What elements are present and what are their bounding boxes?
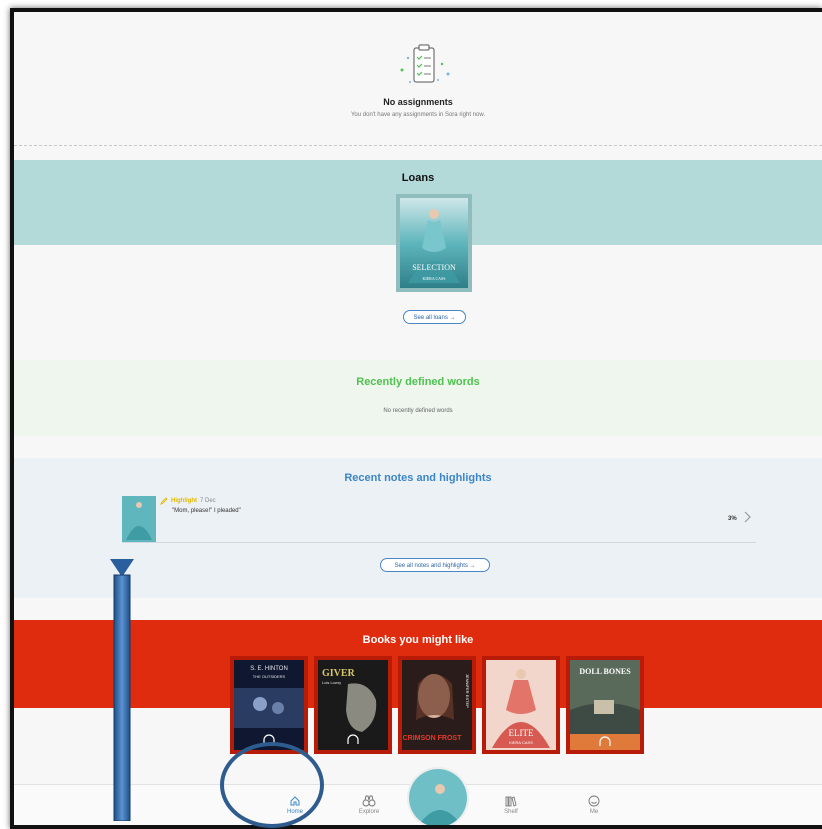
notes-title: Recent notes and highlights [344, 472, 492, 484]
nav-me[interactable]: Me [569, 795, 619, 815]
nav-label: Shelf [504, 809, 518, 815]
defined-words-band [14, 360, 822, 436]
book-doll-bones[interactable]: DOLL BONES [566, 656, 644, 754]
arrow-down-icon [110, 559, 134, 821]
book-cover: DOLL BONES [570, 660, 640, 750]
note-quote[interactable]: "Mom, please!" I pleaded" [172, 508, 241, 514]
svg-text:KIERA CASS: KIERA CASS [422, 276, 445, 281]
nav-label: Me [589, 809, 599, 815]
chevron-right-icon[interactable] [743, 511, 751, 523]
books-shelf-icon [505, 796, 517, 807]
note-progress: 3% [728, 516, 737, 522]
book-cover-selection: SELECTION KIERA CASS [400, 198, 468, 288]
book-author: Lois Lowry [322, 680, 341, 685]
svg-text:SELECTION: SELECTION [412, 263, 456, 272]
book-elite[interactable]: ELITE KIERA CASS [482, 656, 560, 754]
see-all-notes-button[interactable]: See all notes and highlights → [380, 558, 490, 572]
book-cover: GIVER Lois Lowry [318, 660, 388, 750]
see-all-loans-button[interactable]: See all loans → [403, 310, 466, 324]
book-author: JENNIFER ESTEP [465, 674, 470, 708]
current-book-button[interactable] [407, 767, 469, 825]
assignments-section: No assignments You don't have any assign… [14, 12, 822, 147]
loan-book[interactable]: SELECTION KIERA CASS [396, 194, 472, 292]
assignments-subtitle: You don't have any assignments in Sora r… [350, 112, 485, 118]
note-type: Highlight [171, 498, 197, 504]
book-cover: S. E. HINTON THE OUTSIDERS [234, 660, 304, 750]
defined-words-empty: No recently defined words [383, 408, 453, 414]
book-title: GIVER [322, 668, 356, 679]
defined-words-title: Recently defined words [356, 376, 480, 388]
nav-explore[interactable]: Explore [344, 795, 394, 815]
book-cover: ELITE KIERA CASS [486, 660, 556, 750]
assignments-title: No assignments [383, 97, 453, 107]
home-highlight-circle [220, 742, 324, 828]
book-outsiders[interactable]: S. E. HINTON THE OUTSIDERS [230, 656, 308, 754]
note-date: 7 Dec [200, 498, 216, 504]
book-title: ELITE [509, 728, 534, 738]
current-book-cover [409, 769, 467, 825]
pencil-icon [160, 497, 168, 505]
loans-title: Loans [401, 172, 435, 184]
nav-label: Explore [358, 809, 380, 815]
book-title: THE OUTSIDERS [253, 674, 286, 679]
book-cover: CRIMSON FROST JENNIFER ESTEP [402, 660, 472, 750]
nav-shelf[interactable]: Shelf [486, 795, 536, 815]
binoculars-icon [362, 795, 376, 807]
book-crimson-frost[interactable]: CRIMSON FROST JENNIFER ESTEP [398, 656, 476, 754]
book-giver[interactable]: GIVER Lois Lowry [314, 656, 392, 754]
book-title: CRIMSON FROST [403, 735, 462, 742]
book-title: DOLL BONES [579, 667, 631, 676]
note-book-thumbnail[interactable] [122, 496, 156, 542]
divider [14, 145, 822, 146]
book-author: KIERA CASS [509, 740, 533, 745]
divider [122, 542, 756, 543]
book-author: S. E. HINTON [250, 666, 288, 672]
clipboard-checklist-icon [400, 44, 450, 83]
smiley-icon [588, 795, 600, 807]
